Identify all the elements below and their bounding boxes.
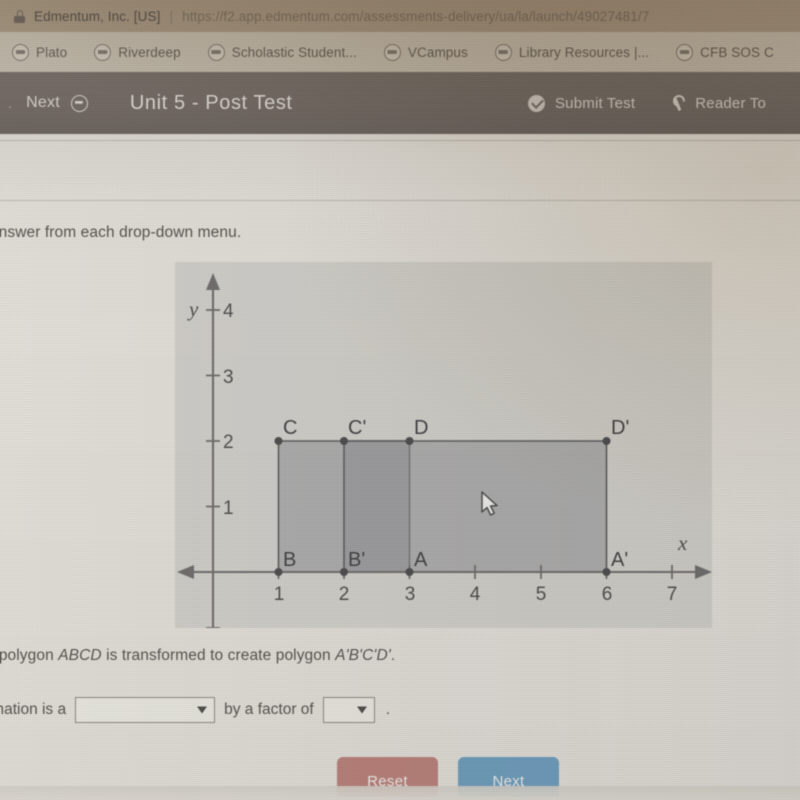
y-axis-label: y	[187, 297, 199, 321]
svg-text:5: 5	[536, 584, 547, 605]
globe-icon	[676, 43, 694, 61]
x-axis-arrow-right-icon	[695, 565, 712, 579]
coordinate-graph: y x 1 2 3 4 1 2 3 4 5 6 7 C C' D D' B B'…	[175, 262, 712, 628]
check-circle-icon	[527, 94, 545, 112]
circle-arrow-right-icon	[70, 94, 88, 112]
answer-prefix-label: rmation is a	[0, 701, 67, 718]
svg-text:2: 2	[339, 584, 350, 605]
svg-text:7: 7	[667, 584, 678, 605]
svg-text:1: 1	[274, 584, 285, 605]
vertex-label-C-prime: C'	[348, 417, 366, 439]
toolbar-edge-glyph: .	[8, 94, 13, 112]
answer-middle-label: by a factor of	[224, 701, 314, 718]
bookmark-label: Riverdeep	[118, 44, 181, 60]
next-question-button[interactable]: Next	[26, 94, 88, 112]
bookmark-label: Library Resources |...	[518, 44, 650, 60]
instruction-text: rrect answer from each drop-down menu.	[0, 224, 242, 241]
toolbar-left-group: . Next Unit 5 - Post Test	[0, 92, 293, 115]
caret-down-icon	[197, 706, 208, 714]
vertex-C-prime	[340, 437, 348, 445]
bookmark-vcampus[interactable]: VCampus	[383, 43, 468, 61]
svg-text:3: 3	[405, 584, 416, 605]
statement-suffix: .	[390, 647, 396, 664]
y-axis-arrow-down-icon	[206, 627, 220, 628]
svg-text:3: 3	[223, 367, 234, 388]
divider-top	[0, 140, 800, 141]
vertex-label-C: C	[283, 417, 297, 439]
vertex-D-prime	[602, 437, 611, 445]
vertex-A-prime	[602, 568, 611, 576]
assessment-toolbar: . Next Unit 5 - Post Test Submit Test Re…	[0, 72, 800, 134]
statement-polygon-2: A'B'C'D'	[335, 647, 391, 664]
x-axis-arrow-left-icon	[177, 565, 194, 579]
globe-icon	[94, 43, 112, 61]
site-identity-label: Edmentum, Inc. [US]	[34, 8, 161, 24]
bookmark-plato[interactable]: Plato	[12, 43, 68, 61]
answer-suffix-label: .	[385, 701, 391, 718]
vertex-D	[405, 437, 414, 445]
svg-text:4: 4	[470, 584, 481, 605]
screenshot-root: Edmentum, Inc. [US] | https://f2.app.edm…	[0, 0, 800, 800]
polygon-A-prime-B-prime-C-prime-D-prime	[343, 440, 608, 573]
next-question-label: Next	[26, 94, 60, 111]
toolbar-right-group: Submit Test Reader To	[527, 94, 800, 112]
x-tick-labels: 1 2 3 4 5 6 7	[274, 584, 678, 605]
footer-strip	[0, 786, 800, 800]
vertex-label-A-prime: A'	[611, 549, 628, 571]
reader-tools-button[interactable]: Reader To	[669, 95, 766, 112]
globe-icon	[383, 43, 401, 61]
bookmark-label: VCampus	[407, 44, 468, 60]
bookmark-label: Scholastic Student...	[231, 44, 357, 60]
wrench-icon	[669, 95, 685, 111]
bookmarks-bar: Plato Riverdeep Scholastic Student... VC…	[0, 32, 800, 72]
vertex-B-prime	[340, 568, 348, 576]
page-title: Unit 5 - Post Test	[129, 91, 293, 114]
svg-text:6: 6	[602, 584, 613, 605]
bookmark-label: CFB SOS C	[700, 44, 774, 60]
vertex-label-D: D	[414, 417, 428, 439]
lock-icon	[14, 9, 25, 23]
bookmark-riverdeep[interactable]: Riverdeep	[94, 43, 181, 61]
caret-down-icon	[356, 706, 367, 714]
y-tick-labels: 1 2 3 4	[223, 301, 234, 519]
browser-address-bar[interactable]: Edmentum, Inc. [US] | https://f2.app.edm…	[0, 0, 800, 32]
vertex-A	[405, 568, 414, 576]
svg-text:2: 2	[223, 432, 234, 453]
globe-icon	[12, 43, 29, 61]
vertex-label-A: A	[414, 549, 428, 571]
url-text[interactable]: https://f2.app.edmentum.com/assessments-…	[182, 9, 649, 24]
question-statement: , polygon ABCD is transformed to create …	[0, 647, 770, 665]
bookmark-cfb-sos[interactable]: CFB SOS C	[676, 43, 774, 61]
globe-icon	[494, 43, 512, 61]
vertex-B	[274, 568, 283, 576]
globe-icon	[207, 43, 225, 61]
statement-prefix: , polygon	[0, 647, 54, 664]
vertex-label-B-prime: B'	[348, 549, 365, 571]
statement-polygon-1: ABCD	[58, 647, 102, 664]
submit-test-button[interactable]: Submit Test	[527, 94, 636, 112]
submit-test-label: Submit Test	[554, 94, 636, 112]
vertex-label-D-prime: D'	[611, 417, 629, 439]
graph-svg: y x 1 2 3 4 1 2 3 4 5 6 7 C C' D D' B B'…	[177, 273, 712, 628]
svg-text:4: 4	[223, 301, 234, 322]
answer-row: rmation is a by a factor of .	[0, 697, 390, 723]
vertex-label-B: B	[283, 549, 296, 571]
transformation-type-dropdown[interactable]	[75, 697, 216, 723]
bookmark-label: Plato	[36, 44, 68, 60]
svg-text:1: 1	[223, 498, 234, 519]
bookmark-library-resources[interactable]: Library Resources |...	[494, 43, 650, 61]
statement-middle: is transformed to create polygon	[101, 647, 336, 664]
url-separator: |	[169, 8, 174, 24]
x-axis-label: x	[677, 531, 688, 555]
divider-header	[0, 200, 800, 201]
bookmark-scholastic-student[interactable]: Scholastic Student...	[207, 43, 357, 61]
y-axis-arrow-icon	[206, 273, 220, 290]
reader-tools-label: Reader To	[695, 94, 766, 112]
vertex-C	[274, 437, 283, 445]
scale-factor-dropdown[interactable]	[322, 697, 375, 723]
